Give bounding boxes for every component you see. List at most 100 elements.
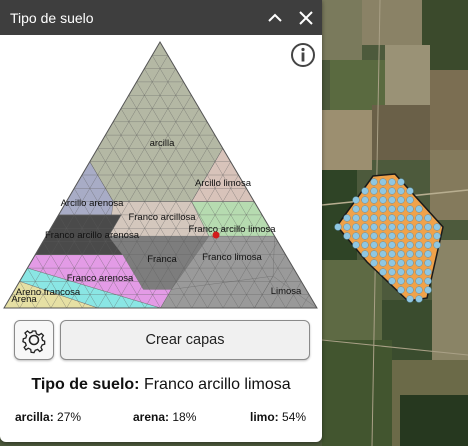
map-sample-point[interactable] <box>379 241 387 249</box>
map-sample-point[interactable] <box>352 205 360 213</box>
map-sample-point[interactable] <box>424 241 432 249</box>
map-sample-point[interactable] <box>370 214 378 222</box>
map-sample-point[interactable] <box>415 277 423 285</box>
close-icon[interactable] <box>295 7 317 29</box>
map-sample-point[interactable] <box>406 259 414 267</box>
map-sample-point[interactable] <box>406 232 414 240</box>
map-sample-point[interactable] <box>388 232 396 240</box>
map-sample-point[interactable] <box>370 223 378 231</box>
map-sample-point[interactable] <box>379 187 387 195</box>
map-sample-point[interactable] <box>361 223 369 231</box>
map-sample-point[interactable] <box>397 205 405 213</box>
map-sample-point[interactable] <box>433 223 441 231</box>
map-sample-point[interactable] <box>406 295 414 303</box>
map-sample-point[interactable] <box>343 214 351 222</box>
map-sample-point[interactable] <box>415 295 423 303</box>
map-sample-point[interactable] <box>424 232 432 240</box>
create-layers-button[interactable]: Crear capas <box>60 320 310 360</box>
map-sample-point[interactable] <box>388 187 396 195</box>
map-sample-point[interactable] <box>379 178 387 186</box>
map-sample-point[interactable] <box>361 187 369 195</box>
map-sample-point[interactable] <box>397 214 405 222</box>
map-sample-point[interactable] <box>370 196 378 204</box>
map-sample-point[interactable] <box>406 205 414 213</box>
map-sample-point[interactable] <box>406 214 414 222</box>
map-sample-point[interactable] <box>406 250 414 258</box>
map-sample-point[interactable] <box>415 286 423 294</box>
map-sample-point[interactable] <box>388 241 396 249</box>
map-sample-point[interactable] <box>388 268 396 276</box>
map-sample-point[interactable] <box>424 286 432 294</box>
map-sample-point[interactable] <box>397 277 405 285</box>
map-sample-point[interactable] <box>424 223 432 231</box>
map-sample-point[interactable] <box>388 214 396 222</box>
map-sample-point[interactable] <box>361 196 369 204</box>
map-sample-point[interactable] <box>379 250 387 258</box>
map-sample-point[interactable] <box>424 259 432 267</box>
map-sample-point[interactable] <box>415 232 423 240</box>
map-sample-point[interactable] <box>334 223 342 231</box>
map-sample-point[interactable] <box>343 232 351 240</box>
map-sample-point[interactable] <box>397 268 405 276</box>
map-sample-point[interactable] <box>361 232 369 240</box>
map-sample-point[interactable] <box>343 223 351 231</box>
map-sample-point[interactable] <box>352 241 360 249</box>
map-sample-point[interactable] <box>415 250 423 258</box>
settings-button[interactable] <box>14 320 54 360</box>
map-sample-point[interactable] <box>370 178 378 186</box>
map-sample-point[interactable] <box>388 259 396 267</box>
map-sample-point[interactable] <box>379 268 387 276</box>
map-sample-point[interactable] <box>406 223 414 231</box>
map-sample-point[interactable] <box>388 250 396 258</box>
map-sample-point[interactable] <box>406 277 414 285</box>
map-sample-point[interactable] <box>388 196 396 204</box>
map-sample-point[interactable] <box>352 232 360 240</box>
map-sample-point[interactable] <box>397 187 405 195</box>
map-sample-point[interactable] <box>397 232 405 240</box>
map-sample-point[interactable] <box>415 259 423 267</box>
map-sample-point[interactable] <box>361 241 369 249</box>
map-sample-point[interactable] <box>406 268 414 276</box>
map-sample-point[interactable] <box>424 268 432 276</box>
map-sample-point[interactable] <box>379 205 387 213</box>
map-sample-point[interactable] <box>424 277 432 285</box>
info-icon[interactable] <box>290 42 316 68</box>
map-sample-point[interactable] <box>361 205 369 213</box>
map-sample-point[interactable] <box>397 178 405 186</box>
map-sample-point[interactable] <box>397 241 405 249</box>
map-sample-point[interactable] <box>433 232 441 240</box>
map-sample-point[interactable] <box>352 196 360 204</box>
map-sample-point[interactable] <box>415 214 423 222</box>
map-sample-point[interactable] <box>388 205 396 213</box>
map-sample-point[interactable] <box>433 241 441 249</box>
map-sample-point[interactable] <box>370 259 378 267</box>
map-sample-point[interactable] <box>388 178 396 186</box>
map-sample-point[interactable] <box>370 241 378 249</box>
map-sample-point[interactable] <box>361 250 369 258</box>
map-sample-point[interactable] <box>361 214 369 222</box>
map-sample-point[interactable] <box>370 187 378 195</box>
map-sample-point[interactable] <box>397 250 405 258</box>
map-sample-point[interactable] <box>415 205 423 213</box>
map-sample-point[interactable] <box>370 205 378 213</box>
map-sample-point[interactable] <box>406 241 414 249</box>
map-sample-point[interactable] <box>379 196 387 204</box>
map-sample-point[interactable] <box>415 223 423 231</box>
map-sample-point[interactable] <box>406 286 414 294</box>
map-sample-point[interactable] <box>388 223 396 231</box>
map-sample-point[interactable] <box>379 223 387 231</box>
map-sample-point[interactable] <box>352 214 360 222</box>
map-sample-point[interactable] <box>379 214 387 222</box>
map-sample-point[interactable] <box>397 259 405 267</box>
map-sample-point[interactable] <box>379 259 387 267</box>
map-sample-point[interactable] <box>406 196 414 204</box>
map-sample-point[interactable] <box>415 241 423 249</box>
map-sample-point[interactable] <box>406 187 414 195</box>
map-sample-point[interactable] <box>397 286 405 294</box>
map-sample-point[interactable] <box>379 232 387 240</box>
map-sample-point[interactable] <box>397 196 405 204</box>
chevron-up-icon[interactable] <box>264 7 286 29</box>
map-sample-point[interactable] <box>415 268 423 276</box>
map-sample-point[interactable] <box>370 232 378 240</box>
map-sample-point[interactable] <box>424 250 432 258</box>
